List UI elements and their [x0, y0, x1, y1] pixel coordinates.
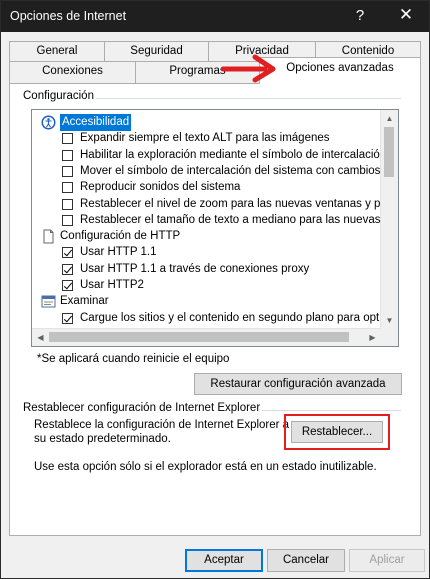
settings-category-label: Examinar — [60, 295, 109, 308]
vertical-scrollbar[interactable]: ▲ ▼ — [380, 110, 398, 329]
tab-conexiones[interactable]: Conexiones — [9, 61, 136, 84]
settings-category-label: Accesibilidad — [60, 114, 132, 131]
checkbox-checked[interactable] — [62, 312, 73, 324]
tab-opciones-avanzadas[interactable]: Opciones avanzadas — [259, 57, 421, 84]
reset-description-line2: su estado predeterminado. — [34, 433, 171, 445]
internet-options-dialog: Opciones de Internet ? ✕ General Segurid… — [0, 0, 430, 579]
settings-listbox[interactable]: Cerrar las carpetas que no estén en uso … — [31, 109, 399, 347]
horizontal-scrollbar[interactable]: ◀ ▶ — [32, 328, 381, 346]
checkbox-unchecked[interactable] — [62, 133, 73, 145]
cancel-button[interactable]: Cancelar — [267, 549, 345, 572]
reset-group-label: Restablecer configuración de Internet Ex… — [21, 402, 263, 414]
checkbox-checked[interactable] — [62, 280, 73, 291]
settings-option-label: Habilitar la exploración mediante el sím… — [80, 148, 399, 161]
settings-option-label: Usar HTTP 1.1 — [80, 246, 157, 259]
apply-button[interactable]: Aplicar — [349, 549, 425, 572]
settings-option-label: Reproducir sonidos del sistema — [80, 181, 241, 194]
browse-icon — [41, 294, 56, 309]
settings-group-label: Configuración — [21, 90, 96, 102]
close-button[interactable]: ✕ — [394, 5, 418, 25]
help-button[interactable]: ? — [352, 7, 368, 24]
vertical-scroll-thumb[interactable] — [384, 127, 394, 177]
restart-note: *Se aplicará cuando reinicie el equipo — [37, 353, 230, 365]
scroll-corner — [381, 329, 398, 346]
document-icon — [41, 229, 56, 244]
red-arrow-annotation — [221, 54, 276, 83]
scroll-left-icon[interactable]: ◀ — [32, 329, 49, 346]
window-title: Opciones de Internet — [10, 9, 127, 23]
settings-option-label: Usar HTTP 1.1 a través de conexiones pro… — [80, 262, 310, 275]
scroll-right-icon[interactable]: ▶ — [364, 329, 381, 346]
reset-description-line1: Restablece la configuración de Internet … — [34, 419, 290, 431]
settings-option-label: Cargue los sitios y el contenido en segu… — [80, 311, 399, 324]
scroll-down-icon[interactable]: ▼ — [381, 312, 398, 329]
settings-option-label: Expandir siempre el texto ALT para las i… — [80, 132, 330, 145]
checkbox-unchecked[interactable] — [62, 182, 73, 194]
checkbox-unchecked[interactable] — [62, 214, 73, 226]
settings-option-label: Usar HTTP2 — [80, 279, 144, 291]
tab-general[interactable]: General — [9, 41, 105, 63]
accessibility-icon — [41, 115, 56, 130]
checkbox-checked[interactable] — [62, 263, 73, 275]
title-bar: Opciones de Internet ? ✕ — [1, 1, 429, 32]
horizontal-scroll-thumb[interactable] — [49, 332, 349, 342]
settings-category-label: Configuración de HTTP — [60, 230, 181, 243]
settings-option-label: Restablecer el tamaño de texto a mediano… — [80, 213, 399, 226]
scroll-up-icon[interactable]: ▲ — [381, 110, 398, 127]
checkbox-unchecked[interactable] — [62, 149, 73, 161]
settings-option-label: Mover el símbolo de intercalación del si… — [80, 164, 399, 177]
accept-button[interactable]: Aceptar — [185, 549, 263, 572]
checkbox-checked[interactable] — [62, 247, 73, 259]
reset-warning: Use esta opción sólo si el explorador es… — [34, 461, 377, 473]
checkbox-unchecked[interactable] — [62, 198, 73, 210]
red-highlight-box — [284, 414, 390, 450]
checkbox-unchecked[interactable] — [62, 165, 73, 177]
tab-seguridad[interactable]: Seguridad — [104, 41, 209, 63]
restore-advanced-settings-button[interactable]: Restaurar configuración avanzada — [194, 373, 402, 395]
settings-option-label: Restablecer el nivel de zoom para las nu… — [80, 197, 399, 210]
